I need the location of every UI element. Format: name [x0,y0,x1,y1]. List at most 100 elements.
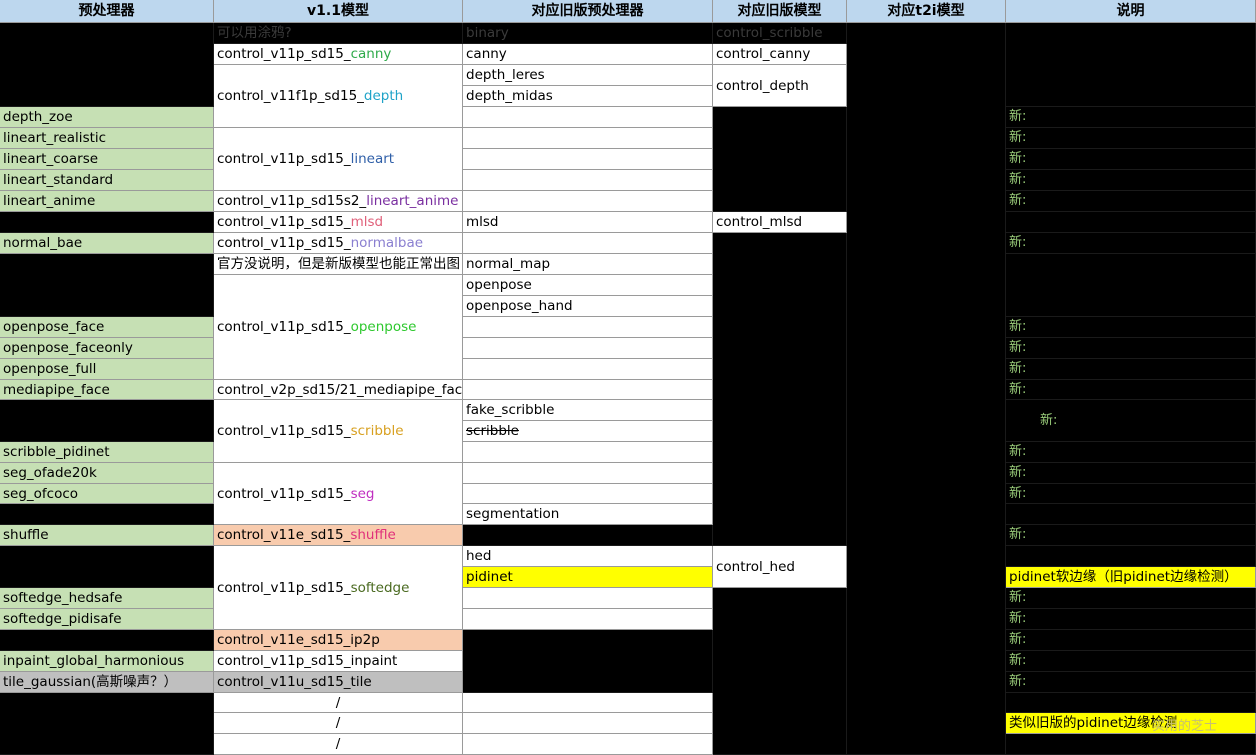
old-model-cell [713,233,847,546]
v11-model-cell-keyword: scribble [350,423,404,439]
note-cell: 新: [1006,672,1256,693]
old-preprocessor-cell [463,442,713,463]
note-cell [1006,734,1256,755]
note-cell: 新: [1006,191,1256,212]
v11-model-cell-prefix: control_v11p_sd15_ [217,46,351,62]
v11-model-cell-prefix: control_v11f1p_sd15_ [217,88,364,104]
old-preprocessor-cell [463,734,713,755]
v11-model-cell-keyword: normalbae [350,235,424,251]
old-preprocessor-cell [463,380,713,400]
preprocessor-cell: lineart_anime [0,191,214,212]
old-preprocessor-cell [463,693,713,713]
old-preprocessor-cell: scribble [463,421,713,442]
v11-model-cell: control_v11p_sd15_ openpose [214,275,463,380]
v11-model-cell: control_v11p_sd15_ canny [214,44,463,65]
note-cell [1006,504,1256,525]
old-preprocessor-cell [463,191,713,212]
old-preprocessor-cell [463,630,713,693]
old-model-cell: control_hed [713,546,847,588]
old-preprocessor-cell [463,713,713,734]
v11-model-cell-keyword: seg [350,485,375,502]
note-cell: pidinet软边缘（旧pidinet边缘检测） [1006,567,1256,588]
preprocessor-cell [0,23,214,107]
v11-model-cell: control_v11f1p_sd15_ depth [214,65,463,128]
old-preprocessor-cell: segmentation [463,504,713,525]
old-preprocessor-cell: binary [463,23,713,44]
old-preprocessor-cell: openpose_hand [463,296,713,317]
note-cell: 新: [1006,400,1256,442]
old-preprocessor-cell [463,317,713,338]
note-cell: 新: [1006,338,1256,359]
v11-model-cell: control_v11p_sd15_ normalbae [214,233,463,254]
old-preprocessor-cell [463,463,713,484]
note-cell [1006,254,1256,317]
note-cell: 新: [1006,463,1256,484]
note-cell: 类似旧版的pidinet边缘检测 [1006,713,1256,734]
header-0: 预处理器 [0,0,214,23]
v11-model-cell-prefix: control_v11p_sd15s2_ [217,193,367,209]
old-preprocessor-cell [463,588,713,609]
v11-model-cell: / [214,734,463,755]
t2i-model-cell [847,23,1006,755]
v11-model-cell-keyword: depth [363,88,404,104]
preprocessor-cell: scribble_pidinet [0,442,214,463]
v11-model-cell-prefix: control_v11p_sd15_ [217,319,351,335]
v11-model-cell: control_v11u_sd15_tile [214,672,463,693]
v11-model-cell: control_v11p_sd15_ lineart [214,128,463,191]
v11-model-cell: control_v11p_sd15s2_ lineart_anime [214,191,463,212]
old-preprocessor-cell: fake_scribble [463,400,713,421]
v11-model-cell: control_v11p_sd15_ softedge [214,546,463,630]
v11-model-cell-keyword: lineart_anime [366,193,459,209]
preprocessor-cell: depth_zoe [0,107,214,128]
old-preprocessor-cell: normal_map [463,254,713,275]
preprocessor-cell: seg_ofade20k [0,463,214,484]
preprocessor-cell [0,693,214,755]
header-3: 对应旧版模型 [713,0,847,23]
note-cell: 新: [1006,359,1256,380]
old-preprocessor-cell [463,525,713,546]
note-cell [1006,212,1256,233]
note-cell [1006,23,1256,107]
preprocessor-cell: softedge_hedsafe [0,588,214,609]
note-cell: 新: [1006,149,1256,170]
note-cell: 新: [1006,484,1256,504]
note-cell: 新: [1006,588,1256,609]
preprocessor-cell: softedge_pidisafe [0,609,214,630]
v11-model-cell-keyword: shuffle [350,527,396,543]
preprocessor-cell: lineart_coarse [0,149,214,170]
v11-model-cell: control_v2p_sd15/21_mediapipe_face [214,380,463,400]
v11-model-cell-keyword: softedge [350,579,410,596]
note-cell: 新: [1006,630,1256,651]
old-preprocessor-cell: depth_midas [463,86,713,107]
v11-model-cell-keyword: lineart [350,151,395,167]
old-preprocessor-cell [463,359,713,380]
note-cell: 新: [1006,442,1256,463]
note-cell: 新: [1006,651,1256,672]
old-preprocessor-cell [463,609,713,630]
old-preprocessor-cell [463,484,713,504]
old-preprocessor-cell [463,128,713,149]
note-cell: 新: [1006,107,1256,128]
note-cell: 新: [1006,380,1256,400]
v11-model-cell-prefix: control_v11p_sd15_ [217,579,351,596]
header-2: 对应旧版预处理器 [463,0,713,23]
old-preprocessor-cell: hed [463,546,713,567]
old-preprocessor-cell: mlsd [463,212,713,233]
note-cell: 新: [1006,317,1256,338]
v11-model-cell-keyword: openpose [350,319,417,335]
note-cell: 新: [1006,170,1256,191]
controlnet-preprocessor-table: 预处理器 v1.1模型 对应旧版预处理器 对应旧版模型 对应t2i模型 说明 depth_z… [0,0,1256,755]
old-preprocessor-cell [463,233,713,254]
header-5: 说明 [1006,0,1256,23]
note-cell: 新: [1006,128,1256,149]
v11-model-cell-prefix: control_v11p_sd15_ [217,423,351,439]
preprocessor-cell [0,546,214,588]
note-cell [1006,693,1256,713]
preprocessor-cell: normal_bae [0,233,214,254]
v11-model-cell-keyword: mlsd [350,214,384,230]
preprocessor-cell [0,212,214,233]
v11-model-cell: / [214,693,463,713]
v11-model-cell-prefix: control_v11p_sd15_ [217,214,351,230]
v11-model-cell: / [214,713,463,734]
preprocessor-cell [0,504,214,525]
